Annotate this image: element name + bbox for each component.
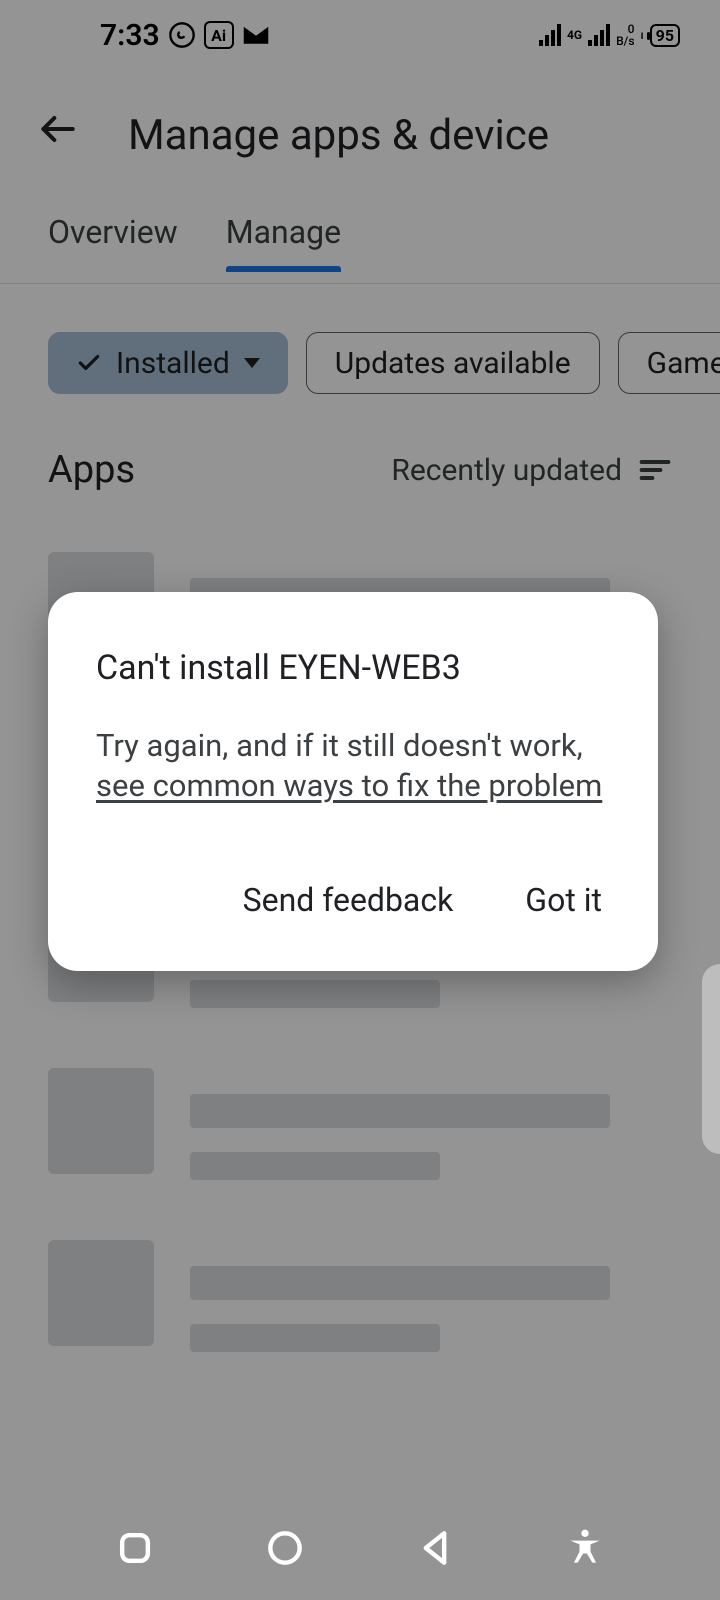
recent-apps-button[interactable] (113, 1526, 157, 1574)
home-button[interactable] (263, 1526, 307, 1574)
dialog-body-text: Try again, and if it still doesn't work, (96, 727, 583, 764)
error-dialog: Can't install EYEN-WEB3 Try again, and i… (48, 592, 658, 971)
got-it-button[interactable]: Got it (517, 865, 610, 935)
dialog-body: Try again, and if it still doesn't work,… (96, 726, 610, 807)
dialog-help-link[interactable]: see common ways to fix the problem (96, 767, 602, 804)
dialog-actions: Send feedback Got it (96, 865, 610, 935)
send-feedback-button[interactable]: Send feedback (235, 865, 462, 935)
dialog-title: Can't install EYEN-WEB3 (96, 648, 610, 688)
accessibility-button[interactable] (563, 1526, 607, 1574)
back-nav-button[interactable] (413, 1526, 457, 1574)
scroll-handle[interactable] (702, 964, 720, 1154)
system-nav-bar (0, 1500, 720, 1600)
